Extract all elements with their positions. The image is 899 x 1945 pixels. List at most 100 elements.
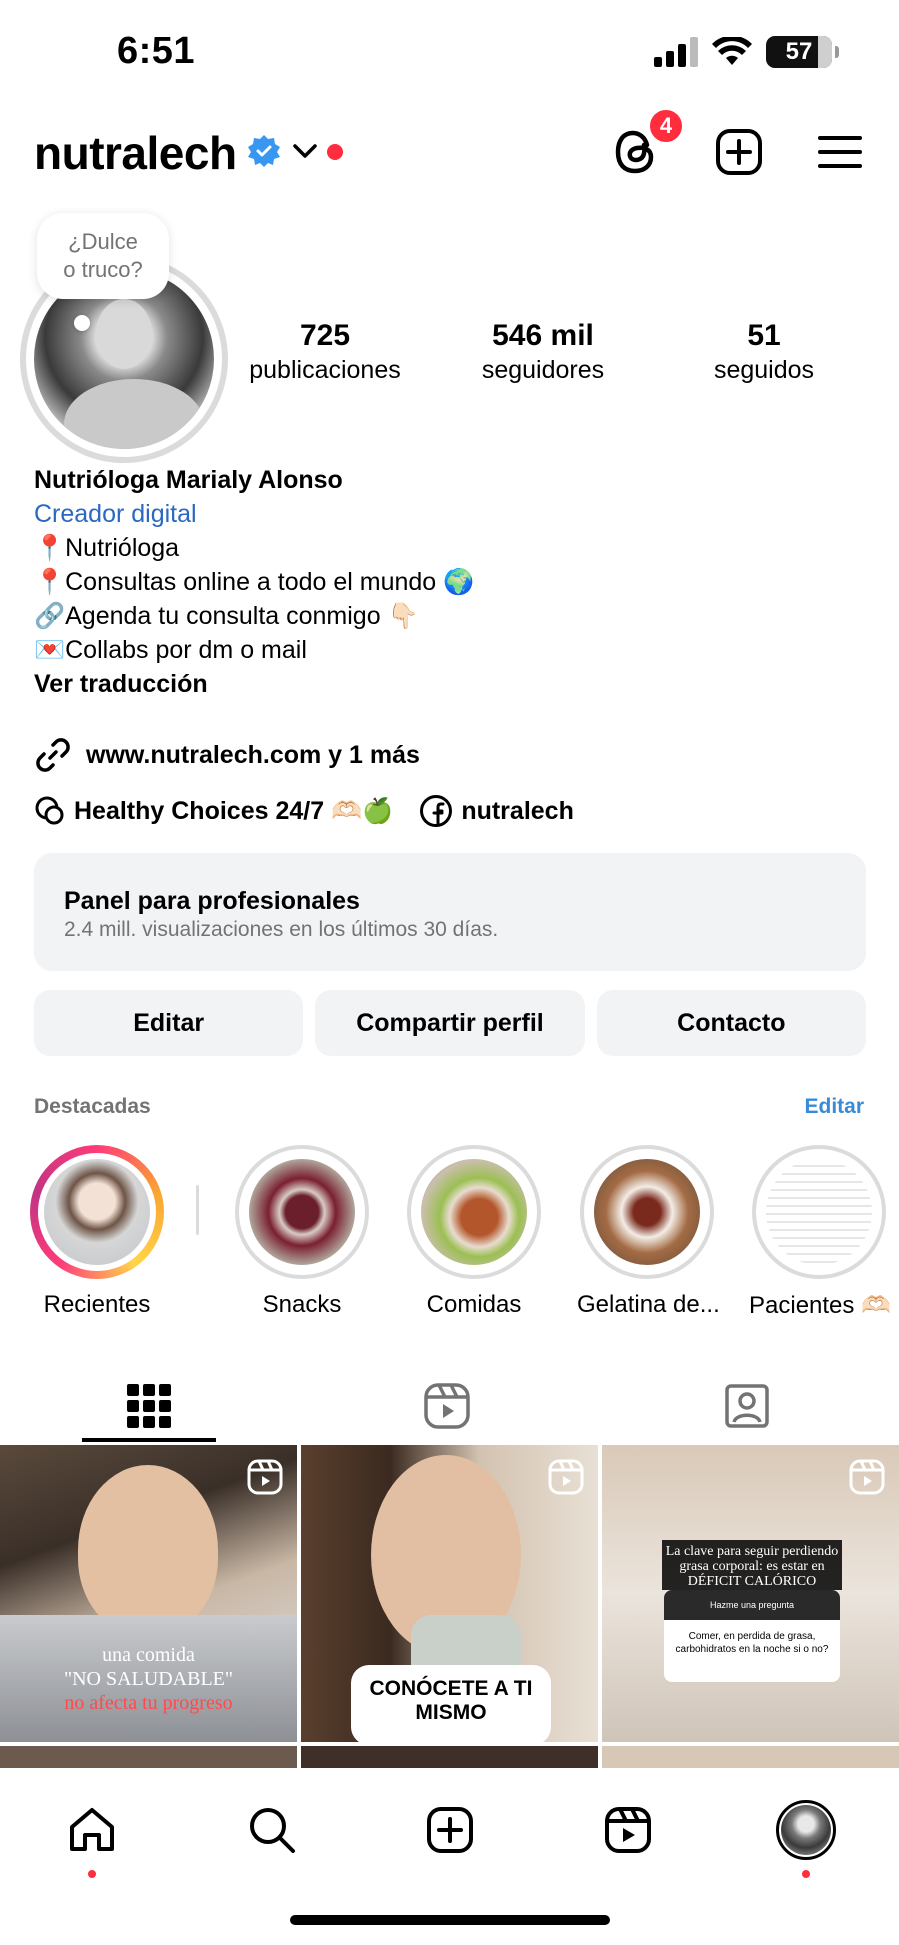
highlights-separator xyxy=(196,1185,199,1235)
threads-label: Healthy Choices 24/7 🫶🏻🍏 xyxy=(74,796,394,825)
post-face-shape xyxy=(78,1465,218,1635)
post-thumbnail[interactable]: CONÓCETE A TI MISMO xyxy=(301,1445,598,1742)
linked-accounts: Healthy Choices 24/7 🫶🏻🍏 nutralech xyxy=(34,794,574,828)
post-overlay-line: CONÓCETE A TI xyxy=(369,1677,533,1700)
wifi-icon xyxy=(712,37,752,65)
profile-link[interactable]: www.nutralech.com y 1 más xyxy=(34,736,420,774)
profile-note[interactable]: ¿Dulce o truco? xyxy=(37,213,169,299)
followers-count: 546 mil xyxy=(492,319,594,352)
highlight-snacks[interactable]: Snacks xyxy=(232,1145,372,1319)
facebook-link[interactable]: nutralech xyxy=(419,794,574,828)
bio-line: 💌Collabs por dm o mail xyxy=(34,636,307,664)
facebook-label: nutralech xyxy=(461,796,574,825)
home-icon xyxy=(70,1808,114,1851)
profile-tabs xyxy=(0,1370,899,1442)
post-overlay-line: "NO SALUDABLE" xyxy=(63,1668,234,1690)
post-overlay-text: La clave para seguir perdiendo grasa cor… xyxy=(660,1544,844,1589)
stat-following[interactable]: 51 seguidos xyxy=(690,318,838,386)
verified-badge-icon xyxy=(248,135,280,167)
battery-level: 57 xyxy=(785,38,813,65)
posts-count: 725 xyxy=(299,319,351,352)
home-indicator xyxy=(290,1915,610,1925)
professional-dashboard[interactable]: Panel para profesionales 2.4 mill. visua… xyxy=(34,853,866,971)
tab-reels[interactable] xyxy=(387,1370,507,1442)
posts-grid: una comida "NO SALUDABLE" no afecta tu p… xyxy=(0,1445,899,1776)
highlight-comidas[interactable]: Comidas xyxy=(404,1145,544,1319)
profile-actions: Editar Compartir perfil Contacto xyxy=(34,990,866,1056)
post-thumbnail[interactable]: La clave para seguir perdiendo grasa cor… xyxy=(602,1445,899,1742)
following-count: 51 xyxy=(747,319,781,352)
reels-icon xyxy=(424,1383,470,1429)
highlight-label: Snacks xyxy=(262,1291,342,1318)
create-nav-icon xyxy=(427,1807,473,1853)
post-overlay-line: DÉFICIT CALÓRICO xyxy=(687,1574,817,1589)
highlight-label: Comidas xyxy=(426,1291,522,1318)
reel-indicator-icon xyxy=(548,1459,584,1495)
reels-nav-icon xyxy=(605,1807,651,1853)
post-overlay-line: una comida xyxy=(102,1644,195,1666)
bio-line: 📍Consultas online a todo el mundo 🌍 xyxy=(34,568,475,596)
signal-icon xyxy=(654,37,698,67)
highlight-gelatina[interactable]: Gelatina de... xyxy=(577,1145,720,1319)
stat-followers[interactable]: 546 mil seguidores xyxy=(468,318,618,386)
share-profile-button[interactable]: Compartir perfil xyxy=(315,990,585,1056)
question-box-text: Comer, en perdida de grasa, carbohidrato… xyxy=(664,1620,840,1682)
nav-profile[interactable] xyxy=(774,1798,838,1862)
nav-reels[interactable] xyxy=(596,1798,660,1862)
create-icon xyxy=(716,129,762,175)
profile-activity-dot xyxy=(802,1870,810,1878)
highlight-label: Recientes xyxy=(43,1291,151,1318)
menu-button[interactable] xyxy=(812,124,868,180)
highlight-label: Gelatina de... xyxy=(577,1291,720,1318)
post-overlay-text: una comida "NO SALUDABLE" no afecta tu p… xyxy=(0,1643,297,1715)
post-overlay-line: grasa corporal: es estar en xyxy=(679,1559,825,1574)
reel-indicator-icon xyxy=(849,1459,885,1495)
highlight-recent[interactable]: Recientes xyxy=(27,1145,167,1319)
nav-search[interactable] xyxy=(240,1798,304,1862)
battery-icon: 57 xyxy=(766,36,839,68)
post-overlay-text: CONÓCETE A TI MISMO xyxy=(351,1677,551,1725)
post-overlay-line: La clave para seguir perdiendo xyxy=(665,1544,839,1559)
threads-badge[interactable]: Healthy Choices 24/7 🫶🏻🍏 xyxy=(34,795,393,827)
nav-home[interactable] xyxy=(60,1798,124,1862)
stat-posts[interactable]: 725 publicaciones xyxy=(240,318,410,386)
see-translation-link[interactable]: Ver traducción xyxy=(34,667,474,701)
create-button[interactable] xyxy=(711,124,767,180)
tab-tagged[interactable] xyxy=(687,1370,807,1442)
tab-posts[interactable] xyxy=(89,1370,209,1442)
note-bubble-tail xyxy=(74,315,90,331)
dashboard-title: Panel para profesionales xyxy=(64,887,360,915)
username[interactable]: nutralech xyxy=(34,126,237,180)
link-icon xyxy=(36,738,70,772)
post-thumbnail[interactable]: una comida "NO SALUDABLE" no afecta tu p… xyxy=(0,1445,297,1742)
home-activity-dot xyxy=(88,1870,96,1878)
notification-badge: 4 xyxy=(647,107,685,145)
contact-button[interactable]: Contacto xyxy=(596,990,866,1056)
grid-icon xyxy=(127,1384,171,1428)
highlight-label: Pacientes 🫶🏻 xyxy=(749,1292,891,1319)
post-overlay-line: MISMO xyxy=(415,1701,487,1724)
tagged-icon xyxy=(725,1384,769,1428)
post-overlay-line: no afecta tu progreso xyxy=(64,1692,233,1714)
question-box-header: Hazme una pregunta xyxy=(664,1590,840,1620)
profile-category[interactable]: Creador digital xyxy=(34,497,474,531)
facebook-icon xyxy=(420,795,453,827)
edit-profile-button[interactable]: Editar xyxy=(34,990,304,1056)
bio-line: 📍Nutrióloga xyxy=(34,534,180,562)
highlights-label: Destacadas xyxy=(34,1095,151,1118)
account-unread-dot xyxy=(327,144,343,160)
threads-badge-icon xyxy=(35,796,64,825)
nav-create[interactable] xyxy=(418,1798,482,1862)
active-tab-indicator xyxy=(82,1438,216,1442)
highlight-pacientes[interactable]: Pacientes 🫶🏻 xyxy=(749,1145,891,1320)
account-switch-chevron-icon[interactable] xyxy=(292,140,318,162)
link-text: www.nutralech.com y 1 más xyxy=(86,740,420,769)
followers-label: seguidores xyxy=(481,356,605,384)
following-label: seguidos xyxy=(713,356,815,384)
highlights-edit-link[interactable]: Editar xyxy=(804,1095,864,1119)
bio-line: 🔗Agenda tu consulta conmigo 👇🏻 xyxy=(34,602,419,630)
profile-name: Nutrióloga Marialy Alonso xyxy=(34,466,343,494)
menu-icon xyxy=(818,136,862,168)
profile-avatar-icon xyxy=(776,1800,836,1860)
status-time: 6:51 xyxy=(117,30,196,72)
